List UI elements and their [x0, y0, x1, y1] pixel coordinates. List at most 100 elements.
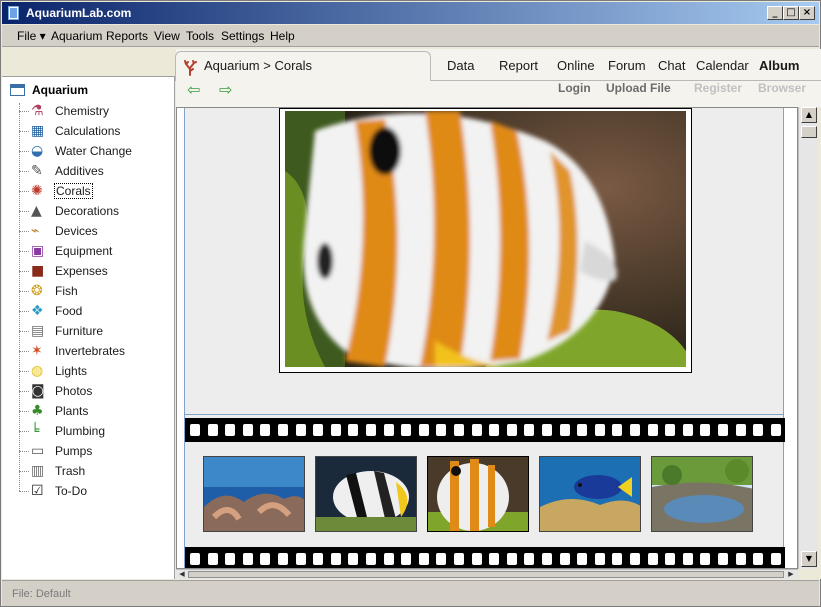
film-sprocket [718, 553, 728, 565]
tree-connector [19, 211, 29, 212]
sidebar-item-trash[interactable]: ▥ Trash [19, 462, 169, 480]
sidebar-item-water-change[interactable]: ◒ Water Change [19, 142, 169, 160]
menu-settings[interactable]: Settings [221, 29, 264, 43]
tab-album[interactable]: Album [759, 58, 799, 73]
thumbnail-garden-pond[interactable] [651, 456, 753, 532]
film-sprocket [348, 553, 359, 565]
menu-help[interactable]: Help [270, 29, 295, 43]
sidebar-item-additives[interactable]: ✎ Additives [19, 162, 169, 180]
tab-data[interactable]: Data [447, 58, 474, 73]
tree-connector [19, 151, 29, 152]
back-arrow-icon[interactable]: ⇦ [187, 80, 200, 99]
tree-connector [19, 131, 29, 132]
sidebar-item-to-do[interactable]: ☑ To-Do [19, 482, 169, 500]
cabinet-icon: ▤ [31, 323, 45, 339]
sidebar-item-photos[interactable]: ◙ Photos [19, 382, 169, 400]
sidebar-item-pumps[interactable]: ▭ Pumps [19, 442, 169, 460]
menu-file[interactable]: File ▾ [17, 29, 46, 43]
film-sprocket [313, 553, 324, 565]
sidebar-item-devices[interactable]: ⌁ Devices [19, 222, 169, 240]
film-sprocket [383, 553, 394, 565]
film-sprocket [612, 553, 623, 565]
sidebar-item-label: Food [55, 304, 83, 318]
film-sprocket [295, 424, 306, 436]
tree-connector [19, 271, 29, 272]
film-sprocket [647, 424, 658, 436]
tab-chat[interactable]: Chat [658, 58, 685, 73]
close-button[interactable]: × [799, 6, 815, 20]
scroll-up-icon[interactable]: ▲ [801, 107, 817, 123]
scroll-down-icon[interactable]: ▼ [801, 551, 817, 567]
sidebar-item-corals[interactable]: ✺ Corals [19, 182, 169, 200]
sidebar-item-invertebrates[interactable]: ✶ Invertebrates [19, 342, 169, 360]
sidebar-item-decorations[interactable]: ▲ Decorations [19, 202, 169, 220]
sidebar-item-expenses[interactable]: ■ Expenses [19, 262, 169, 280]
maximize-button[interactable]: □ [783, 6, 799, 20]
film-sprocket [718, 424, 728, 436]
film-sprocket [401, 424, 412, 436]
sidebar-item-food[interactable]: ❖ Food [19, 302, 169, 320]
status-bar: File: Default [2, 580, 819, 606]
sidebar-item-plants[interactable]: ♣ Plants [19, 402, 169, 420]
sidebar-item-label: Calculations [55, 124, 121, 138]
login-link[interactable]: Login [558, 81, 591, 95]
film-sprocket [225, 553, 236, 565]
menu-view[interactable]: View [154, 29, 180, 43]
scroll-right-icon[interactable]: ▶ [786, 570, 796, 579]
film-sprocket [366, 424, 376, 436]
sidebar-item-calculations[interactable]: ▦ Calculations [19, 122, 169, 140]
sidebar-item-fish[interactable]: ❂ Fish [19, 282, 169, 300]
tab-forum[interactable]: Forum [608, 58, 646, 73]
film-sprocket [542, 553, 552, 565]
film-sprocket [577, 424, 588, 436]
forward-arrow-icon[interactable]: ⇨ [219, 80, 232, 99]
thumbnail-reef-tank[interactable] [203, 456, 305, 532]
vertical-scrollbar[interactable]: ▲ ▼ [798, 107, 818, 569]
film-band-bottom [185, 547, 785, 568]
menu-aquarium[interactable]: Aquarium [51, 29, 102, 43]
pump-icon: ▭ [31, 443, 45, 459]
film-sprocket [190, 424, 200, 436]
horizontal-scroll-thumb[interactable] [188, 571, 784, 578]
tab-calendar[interactable]: Calendar [696, 58, 749, 73]
sidebar-item-plumbing[interactable]: ╘ Plumbing [19, 422, 169, 440]
sidebar-item-lights[interactable]: ◍ Lights [19, 362, 169, 380]
tab-report[interactable]: Report [499, 58, 538, 73]
sidebar-item-chemistry[interactable]: ⚗ Chemistry [19, 102, 169, 120]
menu-reports[interactable]: Reports [106, 29, 148, 43]
film-sprocket [295, 553, 306, 565]
film-sprocket [207, 553, 218, 565]
tree-connector [19, 171, 29, 172]
main-photo[interactable] [285, 111, 686, 367]
sidebar-item-label: Fish [55, 284, 78, 298]
film-sprocket [700, 424, 711, 436]
film-sprocket [506, 424, 517, 436]
coral-icon [182, 60, 198, 79]
tree-connector [19, 231, 29, 232]
tree-connector [19, 111, 29, 112]
film-sprocket [436, 424, 447, 436]
sidebar-item-label: Decorations [55, 204, 120, 218]
film-sprocket [524, 424, 535, 436]
sidebar-item-label: Corals [54, 183, 93, 199]
minimize-button[interactable]: _ [767, 6, 783, 20]
sidebar-item-equipment[interactable]: ▣ Equipment [19, 242, 169, 260]
film-sprocket [559, 424, 570, 436]
sidebar-item-label: Plumbing [55, 424, 106, 438]
menu-tools[interactable]: Tools [186, 29, 214, 43]
bulb-icon: ◍ [31, 363, 44, 379]
sidebar-item-label: Devices [55, 224, 98, 238]
header-panel: Aquarium > Corals Data Report Online For… [175, 49, 821, 107]
horizontal-scrollbar[interactable]: ◀ ▶ [176, 569, 798, 579]
tree-connector [19, 311, 29, 312]
sidebar-item-furniture[interactable]: ▤ Furniture [19, 322, 169, 340]
thumbnail-blue-tang[interactable] [539, 456, 641, 532]
film-sprocket [242, 553, 253, 565]
thumbnail-butterflyfish[interactable] [315, 456, 417, 532]
scroll-thumb[interactable] [801, 126, 817, 138]
upload-file-link[interactable]: Upload File [606, 81, 671, 95]
thumbnail-striped-fish[interactable] [427, 456, 529, 532]
scroll-left-icon[interactable]: ◀ [177, 570, 187, 579]
film-sprocket [735, 553, 746, 565]
tab-online[interactable]: Online [557, 58, 595, 73]
